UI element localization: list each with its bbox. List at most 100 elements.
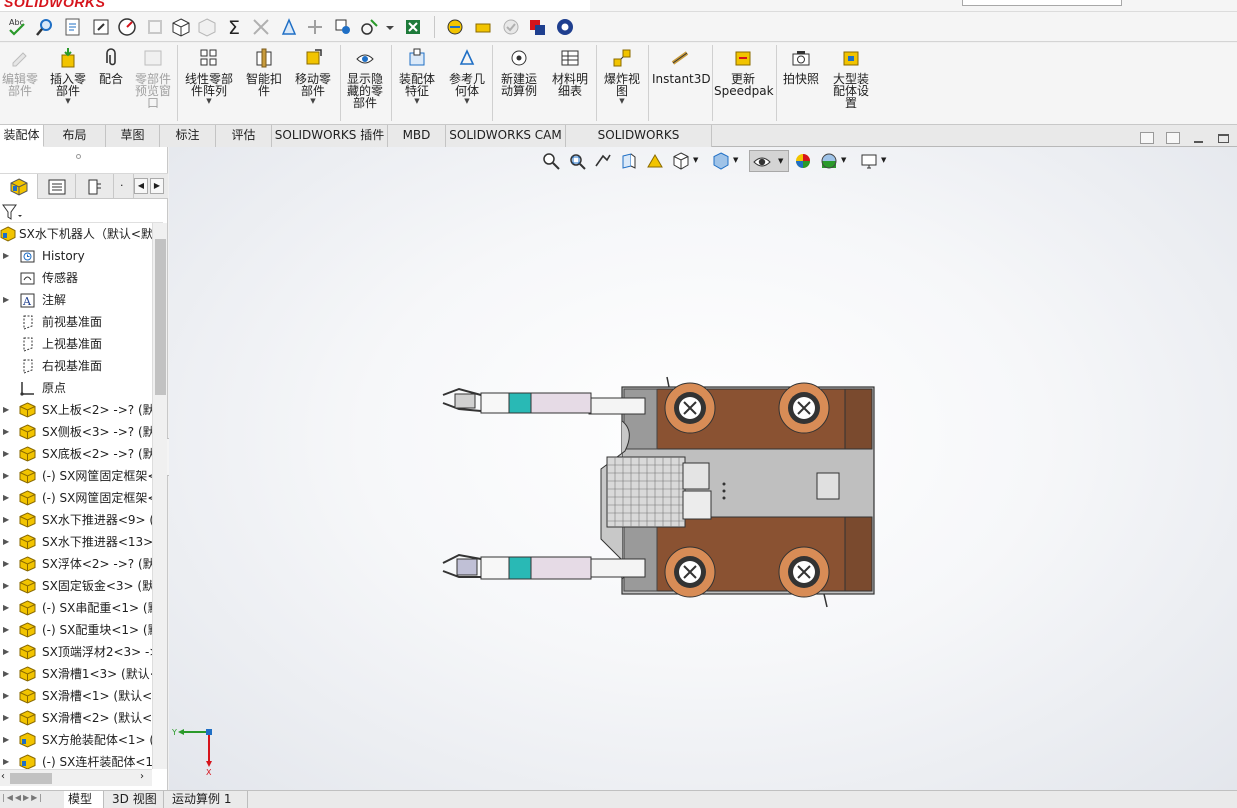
bill-of-materials-button[interactable]: 材料明 细表 (548, 47, 592, 97)
apply-scene-icon[interactable] (819, 151, 839, 171)
display-style-icon[interactable] (711, 151, 731, 171)
tree-item[interactable]: ▶ SX浮体<2> ->? (默 (0, 553, 152, 575)
show-hidden-components-button[interactable]: 显示隐 藏的零 部件 (342, 47, 388, 109)
tree-item[interactable]: ▶ (-) SX网筐固定框架< (0, 487, 152, 509)
tab-evaluate[interactable]: 评估 (216, 125, 272, 147)
tree-item[interactable]: ▶ SX滑槽<2> (默认< (0, 707, 152, 729)
tree-horizontal-scrollbar[interactable]: ‹ › (0, 769, 152, 786)
expand-arrow-icon[interactable]: ▶ (3, 707, 9, 729)
section-tool-icon[interactable] (304, 16, 326, 38)
tree-item[interactable]: ▶ SX上板<2> ->? (默 (0, 399, 152, 421)
check-circle-icon[interactable] (500, 16, 522, 38)
filter-funnel-icon[interactable] (1, 203, 23, 221)
interference-icon[interactable] (332, 16, 354, 38)
dropdown-arrow-icon[interactable]: ▼ (600, 97, 644, 105)
excel-export-icon[interactable] (402, 16, 424, 38)
tab-assembly[interactable]: 装配体 (0, 125, 44, 147)
expand-arrow-icon[interactable]: ▶ (3, 597, 9, 619)
tab-feature-manager[interactable] (0, 174, 38, 199)
find-replace-icon[interactable] (34, 16, 56, 38)
tab-annotation[interactable]: 标注 (160, 125, 216, 147)
scroll-tabs-right-icon[interactable]: ▶ (150, 178, 164, 194)
expand-arrow-icon[interactable]: ▶ (3, 509, 9, 531)
tab-3d-views[interactable]: 3D 视图 (108, 791, 164, 808)
scroll-left-icon[interactable]: ‹ (1, 771, 5, 782)
expand-arrow-icon[interactable]: ▶ (3, 531, 9, 553)
large-assembly-settings-button[interactable]: 大型装 配体设 置 (828, 47, 874, 109)
scroll-tabs-left-icon[interactable]: ◀ (134, 178, 148, 194)
tree-item[interactable]: ▶ SX水下推进器<9> ( (0, 509, 152, 531)
tree-item[interactable]: ▶ (-) SX配重块<1> (默 (0, 619, 152, 641)
expand-arrow-icon[interactable]: ▶ (3, 421, 9, 443)
tab-mbd[interactable]: MBD (388, 125, 446, 147)
expand-arrow-icon[interactable]: ▶ (3, 685, 9, 707)
tab-layout[interactable]: 布局 (44, 125, 106, 147)
sigma-icon[interactable]: Σ (224, 16, 246, 38)
tab-property-manager[interactable] (38, 174, 76, 199)
expand-arrow-icon[interactable]: ▶ (3, 443, 9, 465)
expand-arrow-icon[interactable]: ▶ (3, 729, 9, 751)
motion-study-icon[interactable] (444, 16, 466, 38)
edit-appearance-icon[interactable] (793, 151, 813, 171)
assembly-visualization-icon[interactable] (472, 16, 494, 38)
options-gear-icon[interactable] (554, 16, 576, 38)
dropdown-arrow-icon[interactable]: ▼ (733, 156, 738, 164)
scrollbar-thumb[interactable] (155, 239, 166, 395)
assembly-features-button[interactable]: 装配体 特征 ▼ (394, 47, 440, 105)
spell-check-icon[interactable]: Abc (6, 16, 28, 38)
tab-configuration-manager[interactable] (76, 174, 114, 199)
scroll-right-icon[interactable]: › (140, 771, 144, 782)
note-icon[interactable] (62, 16, 84, 38)
expand-arrow-icon[interactable]: ▶ (3, 619, 9, 641)
dropdown-arrow-icon[interactable]: ▼ (693, 156, 698, 164)
tab-model[interactable]: 模型 (64, 791, 104, 808)
tab-cam[interactable]: SOLIDWORKS CAM (446, 125, 566, 147)
tree-item[interactable]: ▶ SX固定钣金<3> (默 (0, 575, 152, 597)
dropdown-arrow-icon[interactable]: ▼ (180, 97, 238, 105)
expand-arrow-icon[interactable]: ▶ (3, 465, 9, 487)
tree-item[interactable]: ▶ SX底板<2> ->? (默 (0, 443, 152, 465)
linear-pattern-button[interactable]: 线性零部 件阵列 ▼ (180, 47, 238, 105)
tree-item[interactable]: ▶ SX水下推进器<13> (0, 531, 152, 553)
tree-item[interactable]: ▶ SX滑槽<1> (默认< (0, 685, 152, 707)
insert-component-button[interactable]: 插入零 部件 ▼ (46, 47, 90, 105)
part-cube-icon[interactable] (170, 16, 192, 38)
tree-item[interactable]: ▶ SX滑槽1<3> (默认< (0, 663, 152, 685)
tree-item[interactable]: ▶ History (0, 245, 152, 267)
tree-item[interactable]: ▶ SX侧板<3> ->? (默 (0, 421, 152, 443)
expand-arrow-icon[interactable]: ▶ (3, 289, 9, 311)
tree-filter-bar[interactable] (0, 199, 163, 223)
gauge-icon[interactable] (116, 16, 138, 38)
update-speedpak-button[interactable]: 更新 Speedpak (714, 47, 774, 97)
reference-geometry-button[interactable]: 参考几 何体 ▼ (444, 47, 490, 105)
restore-icon[interactable] (1218, 134, 1229, 143)
expand-arrow-icon[interactable]: ▶ (3, 575, 9, 597)
tab-addins[interactable]: SOLIDWORKS 插件 (272, 125, 388, 147)
dropdown-arrow-icon[interactable]: ▼ (394, 97, 440, 105)
tree-item[interactable]: 前视基准面 (0, 311, 152, 333)
tile-right-icon[interactable] (1166, 132, 1180, 144)
tree-item[interactable]: ▶ A 注解 (0, 289, 152, 311)
new-motion-study-button[interactable]: 新建运 动算例 (496, 47, 542, 97)
hide-show-items-button[interactable]: ▼ (749, 150, 789, 172)
expand-arrow-icon[interactable]: ▶ (3, 641, 9, 663)
expand-arrow-icon[interactable]: ▶ (3, 399, 9, 421)
section-view-icon[interactable] (619, 151, 639, 171)
graphics-area[interactable]: ▼ ▼ ▼ ▼ ▼ Y X (169, 147, 1237, 790)
expand-arrow-icon[interactable]: ▶ (3, 663, 9, 685)
dropdown-arrow-icon[interactable]: ▼ (46, 97, 90, 105)
dropdown-arrow-icon[interactable] (384, 16, 396, 38)
tile-left-icon[interactable] (1140, 132, 1154, 144)
tab-motion-study-1[interactable]: 运动算例 1 (168, 791, 248, 808)
tree-item[interactable]: 右视基准面 (0, 355, 152, 377)
tree-item[interactable]: 上视基准面 (0, 333, 152, 355)
dropdown-arrow-icon[interactable]: ▼ (778, 157, 783, 165)
move-component-button[interactable]: 移动零 部件 ▼ (290, 47, 336, 105)
mate-button[interactable]: 配合 (94, 47, 128, 85)
robot-model-view[interactable] (429, 369, 889, 609)
edit-component-button[interactable]: 编辑零 部件 (0, 47, 40, 97)
rebuild-icon[interactable] (90, 16, 112, 38)
tree-item[interactable]: 传感器 (0, 267, 152, 289)
color-display-icon[interactable] (526, 16, 548, 38)
measure-icon[interactable] (250, 16, 272, 38)
